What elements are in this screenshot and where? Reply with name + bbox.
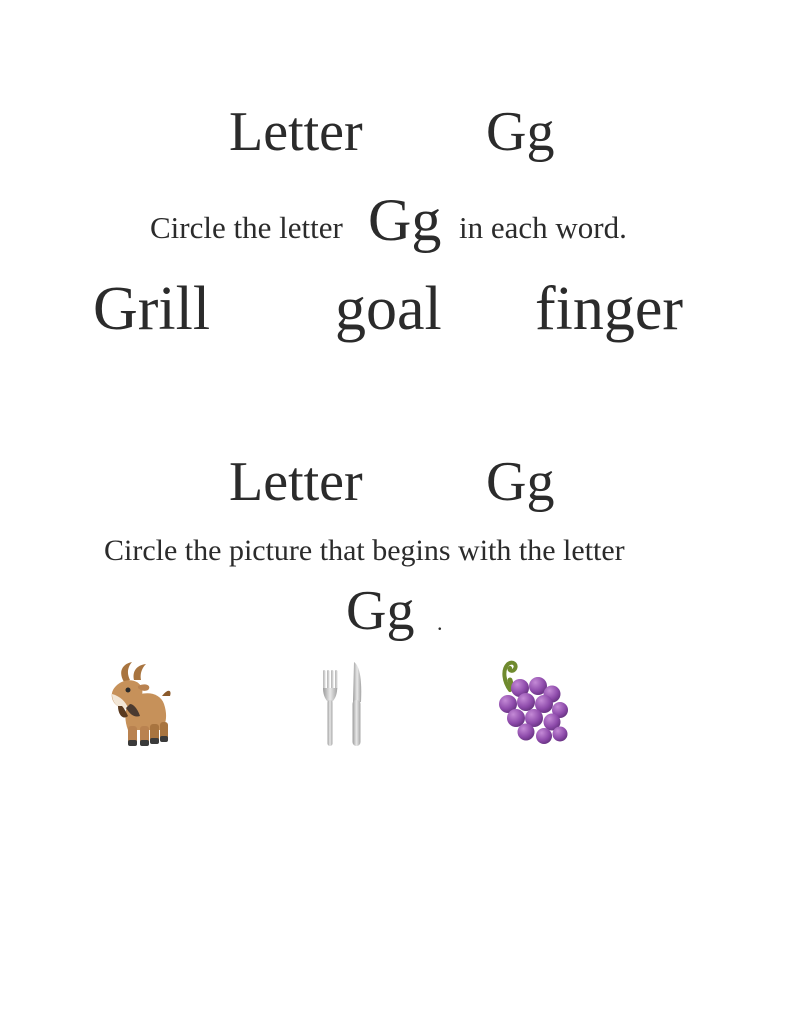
section1-instruction-letter: Gg <box>368 187 442 253</box>
goat-icon <box>111 662 171 746</box>
word-goal: goal <box>335 275 442 343</box>
section1-instruction-after: in each word. <box>459 210 627 245</box>
section1-instruction-before: Circle the letter <box>150 210 343 245</box>
section2-title-word: Letter <box>229 451 363 513</box>
fork-and-knife-icon <box>323 662 362 746</box>
word-finger: finger <box>535 275 684 343</box>
section1-title-word: Letter <box>229 101 363 163</box>
section2-instruction: Circle the picture that begins with the … <box>104 534 625 567</box>
section2-instruction-letter: Gg <box>346 580 415 642</box>
section2-title-letter: Gg <box>486 451 555 513</box>
section1-title-letter: Gg <box>486 101 555 163</box>
word-grill: Grill <box>93 275 211 343</box>
grapes-icon <box>499 660 568 744</box>
section2-instruction-end: . <box>437 610 443 635</box>
